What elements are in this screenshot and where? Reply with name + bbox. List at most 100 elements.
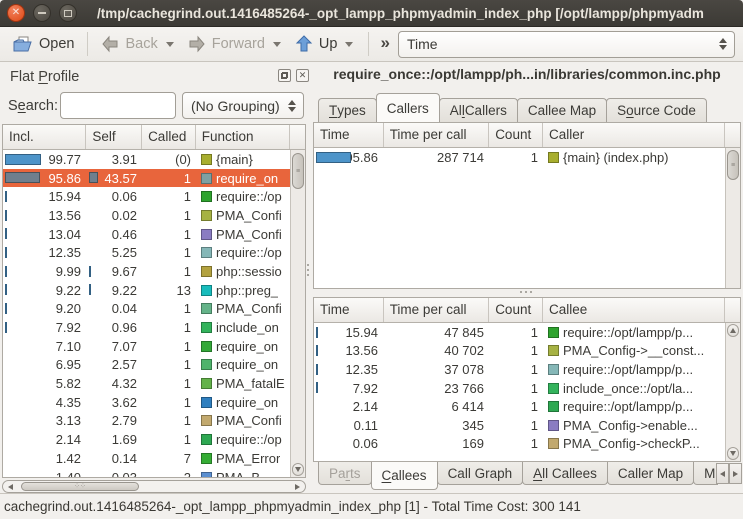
flat-profile-row[interactable]: 7.920.961include_on (3, 318, 290, 337)
flat-profile-row[interactable]: 15.940.061require::/op (3, 187, 290, 206)
column-header-callee[interactable]: Callee (543, 298, 725, 322)
column-header-count[interactable]: Count (489, 298, 543, 322)
scrollbar-thumb[interactable]: ≡ (727, 150, 739, 180)
cell-value: 1 (143, 413, 197, 428)
function-icon (201, 247, 212, 258)
event-type-select[interactable]: Time (398, 31, 735, 58)
callers-vscrollbar[interactable]: ≡ (725, 148, 740, 288)
column-header-time[interactable]: Time (314, 123, 384, 147)
flat-profile-row[interactable]: 13.560.021PMA_Confi (3, 206, 290, 225)
flat-profile-row[interactable]: 9.229.2213php::preg_ (3, 281, 290, 300)
tab-all-callers[interactable]: All Callers (439, 98, 518, 122)
tab-callees[interactable]: Callees (371, 462, 438, 490)
tab-parts[interactable]: Parts (318, 462, 372, 485)
flat-profile-row[interactable]: 2.141.691require::/op (3, 430, 290, 449)
scroll-up-icon[interactable] (727, 324, 739, 337)
flat-profile-hscrollbar[interactable]: ⁘⁘ (2, 480, 306, 493)
column-header-time[interactable]: Time (314, 298, 384, 322)
event-type-spinner-icon[interactable] (719, 32, 727, 57)
flat-profile-row[interactable]: 3.132.791PMA_Confi (3, 412, 290, 431)
cell-value: 1.40 (3, 470, 87, 477)
scrollbar-thumb[interactable]: ≡ (292, 153, 304, 189)
flat-profile-row[interactable]: 6.952.571require_on (3, 356, 290, 375)
tab-scroll-left-icon[interactable] (716, 463, 729, 484)
up-button[interactable]: Up (289, 32, 344, 56)
vertical-splitter[interactable] (307, 264, 309, 276)
flat-profile-row[interactable]: 12.355.251require::/op (3, 243, 290, 262)
callee-row[interactable]: 15.9447 8451require::/opt/lampp/p... (314, 323, 725, 342)
dock-close-icon[interactable]: ✕ (296, 69, 309, 82)
tab-m[interactable]: M (693, 462, 718, 485)
cost-bar (316, 345, 318, 356)
function-icon (548, 327, 559, 338)
callee-row[interactable]: 13.5640 7021PMA_Config->__const... (314, 342, 725, 361)
flat-profile-row[interactable]: 7.107.071require_on (3, 337, 290, 356)
scroll-left-icon[interactable] (8, 484, 13, 490)
flat-profile-row[interactable]: 95.8643.571require_on (3, 169, 290, 188)
minimize-window-icon[interactable] (33, 4, 51, 22)
cost-bar (316, 364, 318, 375)
close-window-icon[interactable]: ✕ (7, 4, 25, 22)
back-icon (101, 35, 119, 53)
up-dropdown-icon[interactable] (345, 42, 353, 47)
cost-bar (5, 266, 7, 277)
column-header-incl[interactable]: Incl. (3, 125, 86, 149)
callee-row[interactable]: 12.3537 0781require::/opt/lampp/p... (314, 360, 725, 379)
column-header-time-per-call[interactable]: Time per call (384, 298, 490, 322)
column-header-count[interactable]: Count (489, 123, 543, 147)
flat-profile-row[interactable]: 9.999.671php::sessio (3, 262, 290, 281)
tab-caller-map[interactable]: Caller Map (607, 462, 694, 485)
tab-all-callees[interactable]: All Callees (522, 462, 608, 485)
flat-profile-vscrollbar[interactable]: ≡ (290, 150, 305, 477)
toolbar-overflow-button[interactable]: » (380, 33, 389, 53)
back-dropdown-icon[interactable] (166, 42, 174, 47)
scroll-right-icon[interactable] (295, 484, 300, 490)
bottom-tabbar: PartsCalleesCall GraphAll CalleesCaller … (318, 462, 718, 492)
grouping-select[interactable]: (No Grouping) (182, 92, 304, 119)
flat-profile-row[interactable]: 4.353.621require_on (3, 393, 290, 412)
cell-value: 7.07 (87, 339, 143, 354)
maximize-window-icon[interactable] (59, 4, 77, 22)
tab-types[interactable]: Types (318, 98, 377, 122)
grouping-spinner-icon[interactable] (288, 93, 296, 118)
callee-row[interactable]: 0.113451PMA_Config->enable... (314, 416, 725, 435)
flat-profile-row[interactable]: 13.040.461PMA_Confi (3, 225, 290, 244)
back-button-label: Back (125, 36, 157, 52)
selected-function-title: require_once::/opt/lampp/ph...in/librari… (313, 66, 741, 90)
callee-row[interactable]: 7.9223 7661include_once::/opt/la... (314, 379, 725, 398)
search-input[interactable] (60, 92, 176, 119)
back-button[interactable]: Back (95, 32, 163, 56)
column-header-called[interactable]: Called (142, 125, 196, 149)
dock-float-icon[interactable] (278, 69, 291, 82)
callee-row[interactable]: 0.061691PMA_Config->checkP... (314, 435, 725, 454)
flat-profile-row[interactable]: 1.420.147PMA_Error (3, 449, 290, 468)
forward-dropdown-icon[interactable] (273, 42, 281, 47)
function-name: PMA_Confi (216, 413, 282, 428)
tab-scroll-right-icon[interactable] (729, 463, 742, 484)
column-header-self[interactable]: Self (86, 125, 142, 149)
flat-profile-row[interactable]: 1.400.032PMA_B (3, 468, 290, 477)
callee-row[interactable]: 2.146 4141require::/opt/lampp/p... (314, 397, 725, 416)
tab-callee-map[interactable]: Callee Map (517, 98, 607, 122)
flat-profile-row[interactable]: 9.200.041PMA_Confi (3, 300, 290, 319)
scroll-down-icon[interactable] (727, 447, 739, 460)
scrollbar-thumb[interactable]: ⁘⁘ (21, 482, 139, 491)
cell-value: 1 (490, 381, 544, 396)
tab-callers[interactable]: Callers (376, 93, 440, 122)
caller-row[interactable]: 95.86287 7141{main} (index.php) (314, 148, 725, 167)
function-name: require::/opt/lampp/p... (563, 325, 693, 340)
function-name: PMA_Error (216, 451, 280, 466)
cell-value: 1 (143, 376, 197, 391)
horizontal-splitter[interactable] (520, 291, 532, 293)
open-button[interactable]: Open (6, 31, 80, 57)
flat-profile-row[interactable]: 99.773.91(0){main} (3, 150, 290, 169)
flat-profile-row[interactable]: 5.824.321PMA_fatalE (3, 374, 290, 393)
scroll-down-icon[interactable] (292, 463, 304, 476)
tab-source-code[interactable]: Source Code (606, 98, 707, 122)
column-header-time-per-call[interactable]: Time per call (384, 123, 490, 147)
callees-vscrollbar[interactable] (725, 323, 740, 461)
tab-call-graph[interactable]: Call Graph (437, 462, 524, 485)
column-header-function[interactable]: Function (196, 125, 290, 149)
column-header-caller[interactable]: Caller (543, 123, 725, 147)
forward-button[interactable]: Forward (182, 32, 271, 56)
